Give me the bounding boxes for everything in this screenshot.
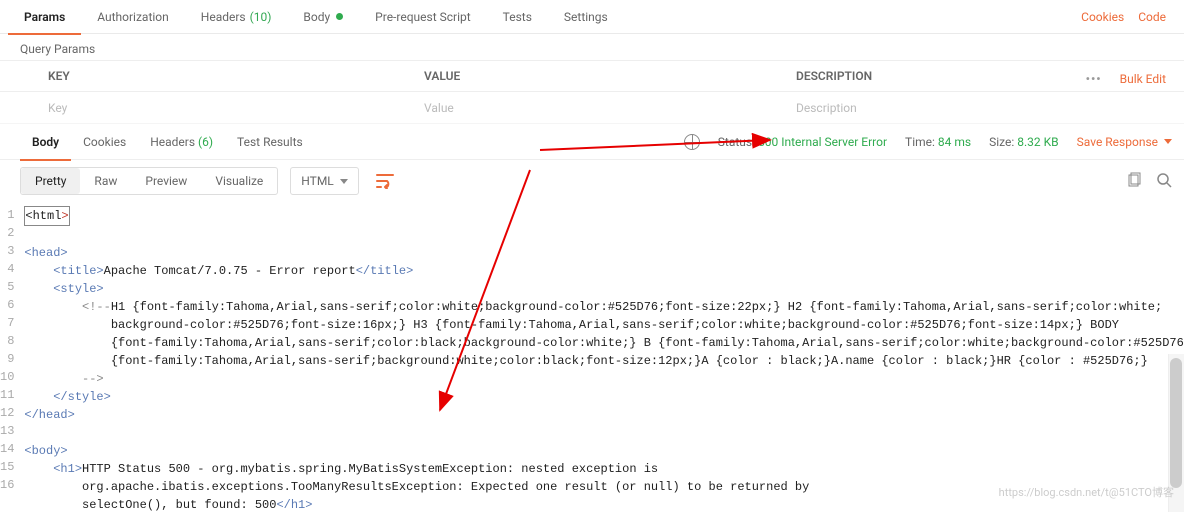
view-visualize-button[interactable]: Visualize — [201, 168, 277, 194]
size-block: Size: 8.32 KB — [989, 135, 1059, 149]
save-response-button[interactable]: Save Response — [1077, 135, 1172, 149]
qp-desc-input[interactable]: Description — [796, 101, 1184, 115]
view-preview-button[interactable]: Preview — [131, 168, 201, 194]
resp-headers-count: (6) — [198, 135, 213, 149]
qp-value-input[interactable]: Value — [424, 101, 796, 115]
tab-authorization[interactable]: Authorization — [81, 0, 185, 34]
chevron-down-icon — [340, 179, 348, 184]
watermark: https://blog.csdn.net/t@51CTO博客 — [999, 484, 1174, 500]
response-body-code[interactable]: 1 2 3 4 5 6 7 8 9 10 11 12 13 14 15 16 <… — [0, 202, 1184, 512]
query-params-title: Query Params — [0, 34, 1184, 60]
time-block: Time: 84 ms — [905, 135, 971, 149]
query-params-header: KEY VALUE DESCRIPTION — [0, 60, 1184, 92]
tab-settings[interactable]: Settings — [548, 0, 624, 34]
tab-headers[interactable]: Headers (10) — [185, 0, 288, 34]
resp-tab-headers[interactable]: Headers (6) — [138, 124, 225, 160]
line-gutter: 1 2 3 4 5 6 7 8 9 10 11 12 13 14 15 16 — [0, 202, 24, 512]
view-pretty-button[interactable]: Pretty — [21, 168, 80, 194]
size-value: 8.32 KB — [1017, 135, 1058, 149]
resp-tab-body[interactable]: Body — [20, 124, 71, 160]
qp-key-header: KEY — [48, 69, 424, 83]
search-icon[interactable] — [1156, 172, 1172, 191]
tab-body-label: Body — [303, 10, 330, 24]
qp-value-header: VALUE — [424, 69, 796, 83]
tab-tests[interactable]: Tests — [487, 0, 548, 34]
view-bar: Pretty Raw Preview Visualize HTML — [0, 160, 1184, 202]
bulk-edit-link[interactable]: Bulk Edit — [1120, 72, 1166, 86]
status-code[interactable]: 500 Internal Server Error — [758, 135, 887, 149]
view-raw-button[interactable]: Raw — [80, 168, 131, 194]
status-block: Status: 500 Internal Server Error — [718, 135, 887, 149]
tab-pre-request[interactable]: Pre-request Script — [359, 0, 486, 34]
tab-headers-count: (10) — [250, 10, 272, 24]
cookies-link[interactable]: Cookies — [1081, 10, 1124, 24]
resp-headers-label: Headers — [150, 135, 195, 149]
body-modified-dot-icon — [336, 13, 343, 20]
chevron-down-icon — [1164, 139, 1172, 144]
resp-tab-test-results[interactable]: Test Results — [225, 124, 315, 160]
more-options-icon[interactable]: ••• — [1086, 72, 1102, 86]
code-link[interactable]: Code — [1138, 10, 1166, 24]
query-params-input-row[interactable]: Key Value Description — [0, 92, 1184, 124]
tab-headers-label: Headers — [201, 10, 246, 24]
wrap-lines-button[interactable] — [369, 166, 401, 196]
time-value: 84 ms — [938, 135, 971, 149]
qp-key-input[interactable]: Key — [48, 101, 424, 115]
request-tabs: Params Authorization Headers (10) Body Pr… — [0, 0, 1184, 34]
tab-body[interactable]: Body — [287, 0, 359, 34]
resp-tab-cookies[interactable]: Cookies — [71, 124, 138, 160]
copy-icon[interactable] — [1126, 172, 1142, 191]
tab-params[interactable]: Params — [8, 0, 81, 34]
format-select[interactable]: HTML — [290, 167, 359, 195]
code-content[interactable]: <html> <head> <title>Apache Tomcat/7.0.7… — [24, 202, 1184, 512]
scroll-thumb[interactable] — [1170, 358, 1182, 488]
globe-icon[interactable] — [684, 134, 700, 150]
response-tabs-row: Body Cookies Headers (6) Test Results St… — [0, 124, 1184, 160]
